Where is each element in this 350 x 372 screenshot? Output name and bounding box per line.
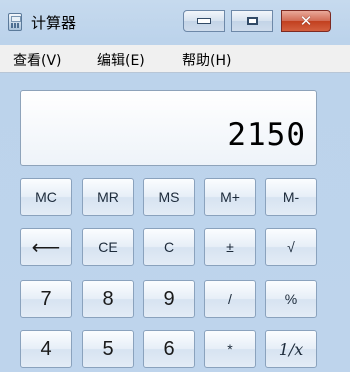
- memory-store-key[interactable]: MS: [143, 178, 195, 216]
- minimize-button[interactable]: [183, 10, 225, 32]
- clear-entry-key[interactable]: CE: [82, 228, 134, 266]
- calculator-app-icon[interactable]: [8, 13, 22, 31]
- minimize-icon: [197, 18, 211, 24]
- menu-bar: 查看(V) 编辑(E) 帮助(H): [0, 45, 350, 73]
- clear-key[interactable]: C: [143, 228, 195, 266]
- square-root-key[interactable]: √: [265, 228, 317, 266]
- window-title: 计算器: [31, 14, 77, 32]
- digit-6-key[interactable]: 6: [143, 330, 195, 368]
- negate-key[interactable]: ±: [204, 228, 256, 266]
- result-display: 2150: [20, 90, 317, 166]
- digit-4-key[interactable]: 4: [20, 330, 72, 368]
- reciprocal-key[interactable]: 1/x: [265, 330, 317, 368]
- backspace-icon: ⟵: [31, 236, 61, 259]
- multiply-key[interactable]: *: [204, 330, 256, 368]
- memory-recall-key[interactable]: MR: [82, 178, 134, 216]
- close-icon: ✕: [299, 11, 313, 30]
- digit-7-key[interactable]: 7: [20, 280, 72, 318]
- menu-edit[interactable]: 编辑(E): [97, 50, 145, 70]
- digit-5-key[interactable]: 5: [82, 330, 134, 368]
- calculator-window: 计算器 ✕ 查看(V) 编辑(E) 帮助(H) 2150 MC MR MS M+…: [0, 0, 350, 372]
- menu-view[interactable]: 查看(V): [13, 50, 62, 70]
- display-value: 2150: [227, 117, 306, 153]
- title-bar[interactable]: 计算器 ✕: [0, 0, 350, 45]
- maximize-button[interactable]: [231, 10, 273, 32]
- memory-subtract-key[interactable]: M-: [265, 178, 317, 216]
- close-button[interactable]: ✕: [281, 10, 331, 32]
- divide-key[interactable]: /: [204, 280, 256, 318]
- menu-help[interactable]: 帮助(H): [182, 50, 231, 70]
- digit-8-key[interactable]: 8: [82, 280, 134, 318]
- percent-key[interactable]: %: [265, 280, 317, 318]
- memory-clear-key[interactable]: MC: [20, 178, 72, 216]
- memory-add-key[interactable]: M+: [204, 178, 256, 216]
- maximize-icon: [246, 17, 258, 25]
- backspace-key[interactable]: ⟵: [20, 228, 72, 266]
- digit-9-key[interactable]: 9: [143, 280, 195, 318]
